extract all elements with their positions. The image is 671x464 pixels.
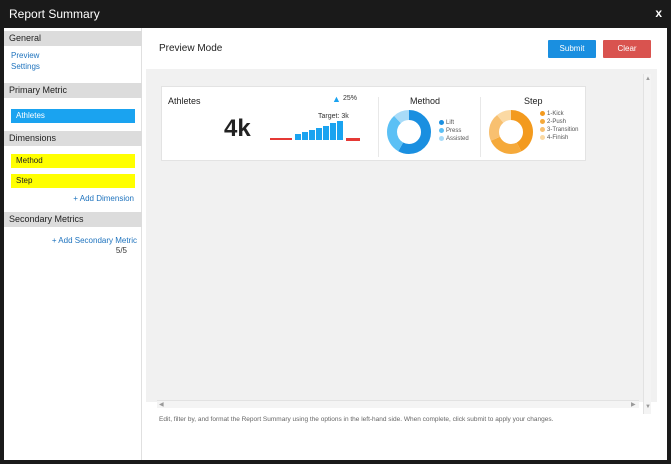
arrow-up-icon: ▲ [332, 94, 341, 104]
close-icon[interactable]: x [655, 6, 662, 20]
section-header-dimensions: Dimensions [4, 131, 142, 146]
method-donut-chart [387, 110, 431, 154]
step-legend-item: 4-Finish [540, 135, 568, 141]
window-title: Report Summary [9, 7, 100, 21]
add-secondary-metric-link[interactable]: + Add Secondary Metric [34, 236, 137, 245]
scroll-right-icon[interactable]: ▶ [631, 401, 636, 408]
scroll-down-icon[interactable]: ▼ [645, 404, 651, 410]
metric-title: Athletes [168, 96, 201, 106]
method-legend-item: Press [439, 128, 461, 134]
horizontal-scrollbar[interactable]: ◀ ▶ [157, 400, 639, 408]
step-title: Step [524, 96, 543, 106]
section-header-secondary-metrics: Secondary Metrics [4, 212, 142, 227]
metric-delta: 25% [343, 95, 358, 102]
step-legend-item: 3-Transition [540, 127, 578, 133]
step-legend-item: 2-Push [540, 119, 566, 125]
legend-dot-icon [439, 128, 444, 133]
method-legend-item: Lift [439, 120, 454, 126]
legend-dot-icon [540, 119, 545, 124]
card-divider [480, 97, 481, 157]
add-dimension-link[interactable]: + Add Dimension [54, 194, 134, 203]
dialog-body: General Preview Settings Primary Metric … [4, 28, 667, 460]
method-legend-item: Assisted [439, 136, 469, 142]
dimension-chip-step[interactable]: Step [11, 174, 135, 188]
main-panel: Preview Mode Submit Clear ▲ ▼ ◀ ▶ Athlet… [143, 28, 667, 460]
titlebar: Report Summary x [0, 0, 671, 28]
step-donut-chart [489, 110, 533, 154]
sparkline-bars [270, 121, 360, 141]
sidebar-link-settings[interactable]: Settings [11, 62, 40, 71]
metric-value: 4k [224, 115, 251, 142]
vertical-scrollbar[interactable]: ▲ ▼ [643, 74, 651, 414]
primary-metric-chip[interactable]: Athletes [11, 109, 135, 123]
legend-dot-icon [540, 111, 545, 116]
legend-dot-icon [439, 136, 444, 141]
step-legend-item: 1-Kick [540, 111, 564, 117]
section-header-primary-metric: Primary Metric [4, 83, 142, 98]
sidebar: General Preview Settings Primary Metric … [4, 28, 142, 460]
section-header-general: General [4, 31, 142, 46]
footnote: Edit, filter by, and format the Report S… [159, 416, 554, 423]
summary-card: Athletes 4k ▲ 25% Target: 3k Method Lift… [161, 86, 586, 161]
secondary-metric-count: 5/5 [115, 246, 127, 255]
card-divider [378, 97, 379, 157]
clear-button[interactable]: Clear [603, 40, 651, 58]
report-summary-dialog: Report Summary x General Preview Setting… [0, 0, 671, 464]
page-title: Preview Mode [159, 43, 223, 54]
legend-dot-icon [540, 135, 545, 140]
dimension-chip-method[interactable]: Method [11, 154, 135, 168]
submit-button[interactable]: Submit [548, 40, 596, 58]
legend-dot-icon [439, 120, 444, 125]
scroll-up-icon[interactable]: ▲ [645, 76, 651, 82]
scroll-left-icon[interactable]: ◀ [159, 401, 164, 408]
method-title: Method [410, 96, 441, 106]
legend-dot-icon [540, 127, 545, 132]
sidebar-link-preview[interactable]: Preview [11, 51, 39, 60]
